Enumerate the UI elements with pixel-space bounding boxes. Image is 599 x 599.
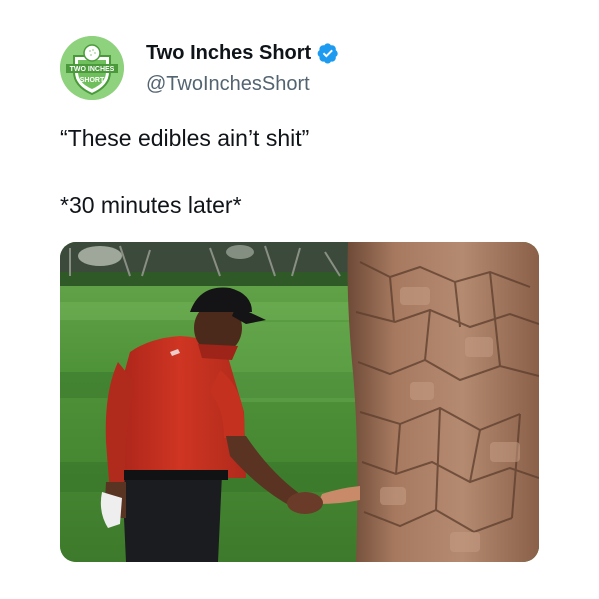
golfer-shaking-hand-with-tree-image	[60, 242, 539, 562]
profile-avatar[interactable]: TWO INCHES SHORT	[60, 36, 124, 100]
account-name-row[interactable]: Two Inches Short	[146, 41, 339, 65]
account-handle[interactable]: @TwoInchesShort	[146, 72, 310, 96]
avatar-logo-text-bottom: SHORT	[80, 77, 105, 84]
verified-badge-icon	[317, 42, 339, 64]
avatar-logo-text-top: TWO INCHES	[70, 66, 115, 73]
tweet-text-line-1: “These edibles ain’t shit”	[60, 125, 310, 151]
tweet-text-line-2: *30 minutes later*	[60, 192, 242, 218]
golf-shield-logo-icon: TWO INCHES SHORT	[60, 36, 124, 100]
display-name[interactable]: Two Inches Short	[146, 41, 311, 65]
tweet-photo[interactable]	[60, 242, 539, 562]
